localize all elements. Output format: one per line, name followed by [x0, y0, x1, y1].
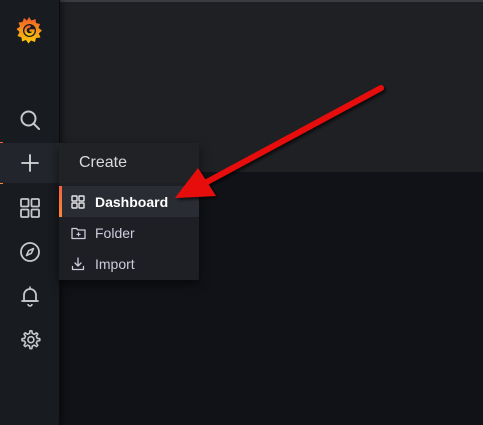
nav-search[interactable]: [0, 100, 59, 140]
grafana-logo-icon[interactable]: [13, 14, 45, 46]
nav-explore[interactable]: [0, 232, 59, 272]
compass-icon: [19, 242, 40, 262]
menu-item-label: Import: [95, 255, 135, 272]
nav-alerting[interactable]: [0, 276, 59, 316]
create-menu: Create Dashboard Folder Import: [59, 143, 199, 280]
create-menu-title[interactable]: Create: [59, 143, 199, 183]
folder-plus-icon: [70, 225, 86, 241]
dashboards-grid-icon: [19, 198, 40, 218]
top-border: [0, 0, 483, 2]
menu-item-label: Dashboard: [95, 193, 169, 210]
app-frame: Create Dashboard Folder Import: [0, 0, 483, 425]
nav-configuration[interactable]: [0, 320, 59, 360]
nav-dashboards[interactable]: [0, 188, 59, 228]
dashboards-grid-icon: [70, 194, 86, 210]
search-icon: [20, 110, 40, 130]
sidebar: [0, 0, 60, 425]
menu-item-folder[interactable]: Folder: [59, 217, 199, 248]
menu-item-label: Folder: [95, 224, 135, 241]
gear-icon: [20, 330, 41, 350]
bell-icon: [20, 286, 39, 307]
menu-item-dashboard[interactable]: Dashboard: [59, 186, 199, 217]
plus-icon: [20, 154, 39, 172]
import-icon: [70, 256, 86, 272]
nav-create[interactable]: [0, 143, 59, 183]
menu-item-import[interactable]: Import: [59, 248, 199, 279]
